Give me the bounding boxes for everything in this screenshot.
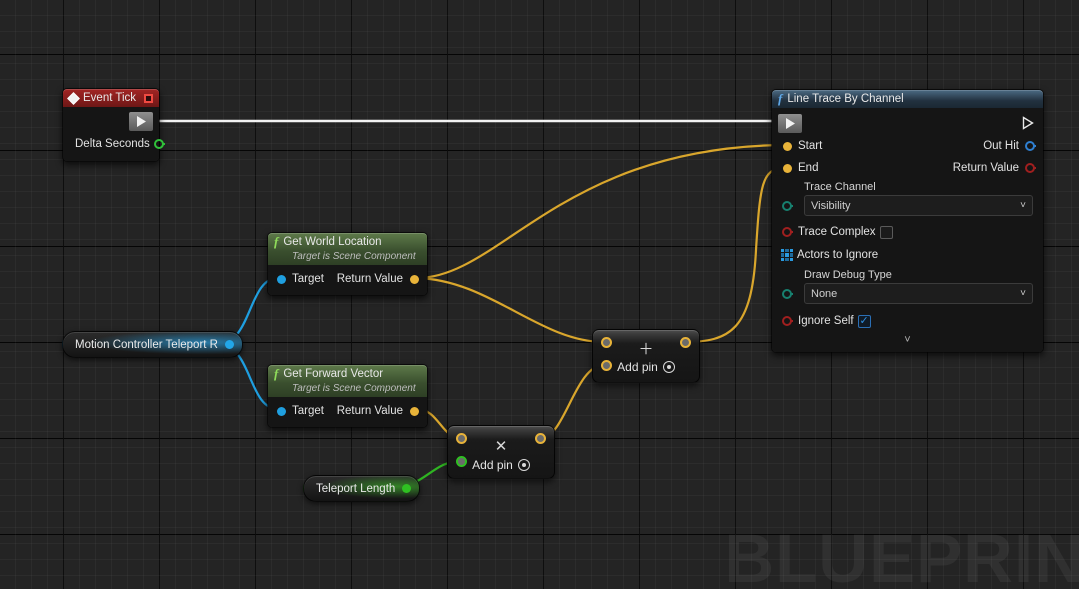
exec-in-pin-line-trace[interactable] (778, 113, 802, 133)
pin-row-delta-seconds: Delta Seconds (63, 133, 165, 155)
checkbox-trace-complex[interactable] (879, 225, 893, 239)
node-get-forward-vector-subtitle: Target is Scene Component (268, 383, 427, 397)
pin-target[interactable] (276, 274, 286, 284)
blueprint-graph-canvas[interactable]: Event Tick Delta Seconds f Line Trace By… (0, 0, 1079, 589)
pin-trace-channel[interactable] (782, 201, 793, 211)
event-diamond-icon (67, 91, 80, 105)
pin-row-end: End Return Value (772, 157, 1043, 179)
pin-label-return-value: Return Value (336, 273, 403, 285)
add-pin-label: Add pin (472, 458, 513, 472)
node-collapse-toggle[interactable]: ˅ (772, 331, 1043, 346)
pin-row-start: Start Out Hit (772, 135, 1043, 157)
checkbox-ignore-self[interactable]: ✓ (857, 314, 871, 328)
node-line-trace-by-channel[interactable]: f Line Trace By Channel Start Out Hit En… (771, 89, 1044, 353)
chevron-down-icon: ˅ (1020, 288, 1026, 299)
node-get-forward-vector-body: Target Return Value (268, 397, 427, 427)
dropdown-draw-debug-type-value: None (811, 287, 838, 300)
wire-worldloc-to-start (416, 143, 783, 280)
pin-label-return-value: Return Value (336, 405, 403, 417)
pin-motion-controller-output[interactable] (224, 340, 234, 349)
node-teleport-length[interactable]: Teleport Length (303, 475, 421, 502)
pin-end[interactable] (782, 163, 792, 173)
variable-label-motion-controller-teleport-r: Motion Controller Teleport R (75, 338, 218, 351)
pin-row-actors-to-ignore: Actors to Ignore (772, 245, 1043, 265)
variable-label-teleport-length: Teleport Length (316, 482, 396, 495)
node-line-trace-title: Line Trace By Channel (787, 93, 904, 105)
node-line-trace-header[interactable]: f Line Trace By Channel (772, 90, 1043, 108)
pin-row-trace-complex: Trace Complex (772, 222, 1043, 242)
node-get-forward-vector-header[interactable]: f Get Forward Vector (268, 365, 427, 383)
pin-label-target: Target (292, 273, 324, 285)
pin-delta-seconds[interactable] (153, 139, 165, 149)
chevron-down-icon: ˅ (1020, 200, 1026, 211)
function-f-icon: f (274, 234, 279, 249)
node-event-tick-title: Event Tick (83, 92, 137, 104)
pin-ignore-self[interactable] (782, 316, 793, 326)
node-multiply[interactable]: ✕ Add pin (447, 425, 555, 479)
wire-add-to-end (683, 166, 783, 344)
pin-target[interactable] (276, 406, 286, 416)
pin-return-value[interactable] (409, 274, 419, 284)
pin-multiply-input-a[interactable] (456, 433, 467, 444)
wire-worldloc-to-add-a (416, 276, 605, 344)
chevron-down-icon: ˅ (904, 334, 911, 346)
pin-label-target: Target (292, 405, 324, 417)
pin-return-value[interactable] (1025, 163, 1036, 173)
blueprint-watermark: BLUEPRIN (724, 520, 1079, 589)
node-get-world-location-subtitle: Target is Scene Component (268, 251, 427, 265)
pin-row-ignore-self: Ignore Self ✓ (772, 311, 1043, 331)
pin-label-delta-seconds: Delta Seconds (75, 138, 150, 150)
pin-multiply-output[interactable] (535, 433, 546, 444)
node-get-world-location[interactable]: f Get World Location Target is Scene Com… (267, 232, 428, 296)
node-line-trace-body: Start Out Hit End Return Value Trace Cha… (772, 108, 1043, 352)
dropdown-trace-channel-value: Visibility (811, 199, 851, 212)
pin-label-start: Start (798, 140, 823, 152)
node-add[interactable]: ＋ Add pin (592, 329, 700, 383)
pin-out-hit[interactable] (1025, 141, 1036, 151)
label-ignore-self: Ignore Self (798, 315, 854, 327)
label-actors-to-ignore: Actors to Ignore (797, 249, 879, 261)
add-pin-icon[interactable] (662, 361, 675, 373)
pin-add-input-b[interactable] (601, 360, 612, 371)
delegate-square-icon[interactable] (144, 93, 153, 103)
label-trace-complex: Trace Complex (798, 226, 876, 238)
function-f-icon: f (274, 366, 279, 381)
node-event-tick[interactable]: Event Tick Delta Seconds (62, 88, 165, 162)
node-get-world-location-body: Target Return Value (268, 265, 427, 295)
node-get-forward-vector-title: Get Forward Vector (283, 368, 384, 380)
node-get-world-location-header[interactable]: f Get World Location (268, 233, 427, 251)
add-pin-label: Add pin (617, 360, 658, 374)
node-motion-controller-teleport-r[interactable]: Motion Controller Teleport R (62, 331, 243, 358)
node-get-forward-vector[interactable]: f Get Forward Vector Target is Scene Com… (267, 364, 428, 428)
pin-label-end: End (798, 162, 819, 174)
function-f-icon: f (778, 91, 783, 106)
pin-add-input-a[interactable] (601, 337, 612, 348)
pin-trace-complex[interactable] (782, 227, 793, 237)
pin-start[interactable] (782, 141, 792, 151)
pin-teleport-length-output[interactable] (402, 484, 412, 493)
node-event-tick-header[interactable]: Event Tick (63, 89, 159, 107)
node-event-tick-body: Delta Seconds (63, 107, 165, 161)
dropdown-draw-debug-type[interactable]: None ˅ (804, 283, 1033, 304)
pin-label-out-hit: Out Hit (983, 140, 1019, 152)
label-draw-debug-type: Draw Debug Type (804, 269, 892, 281)
check-icon: ✓ (859, 314, 869, 327)
exec-out-pin-event-tick[interactable] (129, 111, 153, 131)
array-grid-icon[interactable] (781, 249, 793, 261)
exec-out-pin-line-trace[interactable] (1022, 115, 1035, 131)
pin-draw-debug-type[interactable] (782, 289, 793, 299)
pin-add-output[interactable] (680, 337, 691, 348)
add-pin-icon[interactable] (517, 459, 530, 471)
label-trace-channel: Trace Channel (804, 181, 876, 193)
node-get-world-location-title: Get World Location (283, 236, 382, 248)
pin-multiply-input-b[interactable] (456, 456, 467, 467)
pin-return-value[interactable] (409, 406, 419, 416)
pin-label-return-value: Return Value (952, 162, 1019, 174)
dropdown-trace-channel[interactable]: Visibility ˅ (804, 195, 1033, 216)
